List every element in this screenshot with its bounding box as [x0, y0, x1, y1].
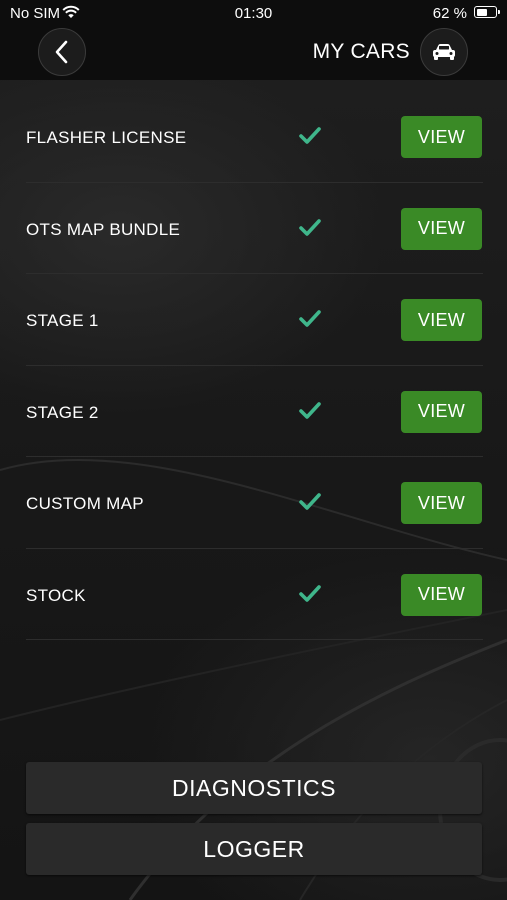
list-item: STOCK VIEW	[0, 549, 507, 640]
divider	[26, 639, 483, 640]
item-label: FLASHER LICENSE	[26, 128, 187, 147]
checkmark-icon	[299, 218, 321, 236]
back-button[interactable]	[38, 28, 86, 76]
header-bar: MY CARS	[0, 28, 507, 80]
view-button[interactable]: VIEW	[401, 116, 482, 158]
item-label: OTS MAP BUNDLE	[26, 219, 181, 239]
item-label: STAGE 1	[26, 311, 99, 330]
clock: 01:30	[234, 5, 273, 22]
checkmark-icon	[299, 127, 321, 144]
checkmark-icon	[299, 401, 321, 419]
list-item: OTS MAP BUNDLE VIEW	[0, 183, 507, 274]
checkmark-icon	[299, 584, 321, 602]
item-label: STAGE 2	[26, 402, 99, 422]
logger-button[interactable]: LOGGER	[26, 823, 482, 875]
checkmark-icon	[299, 493, 321, 510]
license-list: FLASHER LICENSE VIEW OTS MAP BUNDLE VIEW…	[0, 91, 507, 640]
view-button[interactable]: VIEW	[401, 299, 482, 341]
view-button[interactable]: VIEW	[401, 390, 482, 433]
my-cars-title[interactable]: MY CARS	[313, 40, 410, 64]
list-item: STAGE 2 VIEW	[0, 366, 507, 457]
diagnostics-button[interactable]: DIAGNOSTICS	[26, 762, 482, 814]
battery-percent: 62 %	[432, 5, 467, 22]
view-button[interactable]: VIEW	[401, 573, 482, 616]
my-cars-button[interactable]	[420, 28, 468, 76]
view-button[interactable]: VIEW	[401, 482, 482, 524]
list-item: FLASHER LICENSE VIEW	[0, 91, 507, 183]
list-item: STAGE 1 VIEW	[0, 274, 507, 366]
view-button[interactable]: VIEW	[401, 207, 482, 250]
car-icon	[433, 44, 455, 60]
chevron-left-icon	[55, 40, 68, 64]
item-label: CUSTOM MAP	[26, 494, 144, 513]
item-label: STOCK	[26, 585, 86, 605]
checkmark-icon	[299, 310, 321, 327]
status-bar: No SIM 01:30 62 %	[0, 0, 507, 28]
battery-icon	[474, 6, 500, 18]
list-item: CUSTOM MAP VIEW	[0, 457, 507, 549]
